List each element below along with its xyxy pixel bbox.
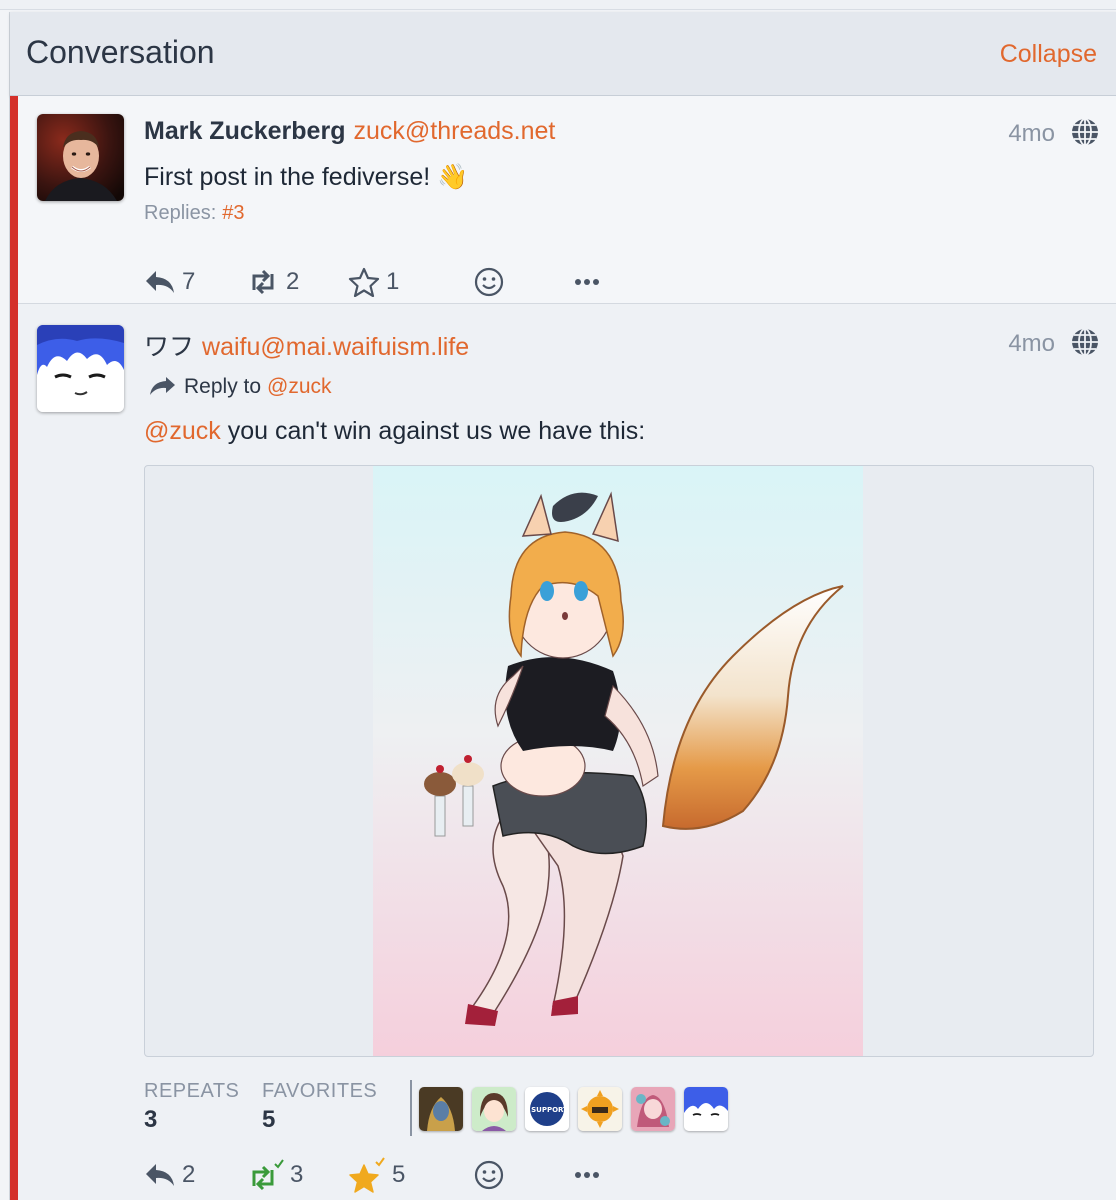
favorite-button[interactable]: 1 [348, 264, 399, 300]
replies-label: Replies: [144, 202, 217, 224]
badge-text: I SUPPORT [526, 1106, 568, 1114]
favorites-label: FAVORITES [262, 1080, 378, 1102]
status-waifu: ワフ waifu@mai.waifuism.life 4mo Reply to @z… [18, 305, 1116, 1200]
panel-header: Conversation Collapse [10, 12, 1116, 96]
conversation-panel: Conversation Collapse Mark Zuckerberg zu… [9, 12, 1116, 1200]
star-outline-icon [348, 267, 380, 297]
reply-to-line: Reply to @zuck [148, 375, 332, 399]
panel-title: Conversation [26, 34, 215, 70]
author-line: ワフ waifu@mai.waifuism.life [144, 327, 469, 363]
more-button[interactable] [574, 264, 600, 300]
smiley-icon [474, 1160, 504, 1190]
display-name[interactable]: ワフ [144, 333, 194, 361]
reply-button[interactable]: 2 [144, 1157, 195, 1193]
favorites-value[interactable]: 5 [262, 1106, 275, 1134]
more-dots-icon [575, 279, 599, 285]
timestamp[interactable]: 4mo [1008, 330, 1055, 358]
reactions-summary: REPEATS 3 FAVORITES 5 I SUPPORT [144, 1080, 744, 1140]
globe-icon[interactable] [1069, 326, 1101, 358]
display-name[interactable]: Mark Zuckerberg [144, 117, 345, 145]
timestamp[interactable]: 4mo [1008, 120, 1055, 148]
user-handle[interactable]: waifu@mai.waifuism.life [202, 333, 469, 361]
reply-icon [146, 271, 174, 293]
favorite-count: 5 [392, 1161, 406, 1188]
reply-link[interactable]: #3 [222, 202, 244, 224]
repeat-count: 2 [286, 268, 300, 295]
more-button[interactable] [574, 1157, 600, 1193]
avatar[interactable] [37, 114, 124, 201]
repeat-icon [252, 269, 274, 295]
mention-link[interactable]: @zuck [144, 417, 221, 445]
highlight-rail [10, 96, 18, 1200]
smiley-icon [474, 267, 504, 297]
user-handle[interactable]: zuck@threads.net [353, 117, 555, 145]
attachment-image[interactable] [373, 466, 863, 1056]
repeat-count: 3 [290, 1161, 304, 1188]
favorite-button[interactable]: 5 [348, 1157, 405, 1193]
reply-count: 2 [182, 1161, 196, 1188]
reactor-avatar[interactable] [684, 1087, 728, 1131]
reply-forward-icon [150, 377, 175, 395]
collapse-button[interactable]: Collapse [1000, 40, 1097, 69]
repeat-icon [252, 1159, 284, 1191]
top-strip [0, 0, 1116, 10]
status-zuck: Mark Zuckerberg zuck@threads.net 4mo Firs… [18, 96, 1116, 304]
post-text-body: you can't win against us we have this: [220, 417, 646, 445]
repeats-value[interactable]: 3 [144, 1106, 157, 1134]
reactor-avatar[interactable]: I SUPPORT [525, 1087, 569, 1131]
globe-icon[interactable] [1069, 116, 1101, 148]
avatar[interactable] [37, 325, 124, 412]
reply-button[interactable]: 7 [144, 264, 195, 300]
reply-to-label: Reply to [184, 375, 262, 398]
favorite-count: 1 [386, 268, 400, 295]
image-attachment [144, 465, 1094, 1057]
reply-count: 7 [182, 268, 196, 295]
emoji-reaction-button[interactable] [474, 264, 504, 300]
action-bar: 7 2 1 [144, 264, 644, 300]
post-text: First post in the fediverse! 👋 [144, 163, 469, 191]
repeat-button[interactable]: 2 [246, 264, 299, 300]
emoji-reaction-button[interactable] [474, 1157, 504, 1193]
reply-icon [146, 1164, 174, 1186]
star-filled-icon [349, 1157, 385, 1193]
post-text: @zuck you can't win against us we have t… [144, 417, 645, 446]
repeat-button[interactable]: 3 [246, 1157, 303, 1193]
more-dots-icon [575, 1172, 599, 1178]
author-line: Mark Zuckerberg zuck@threads.net [144, 117, 555, 146]
stats-divider [410, 1080, 412, 1136]
reactor-avatar[interactable] [578, 1087, 622, 1131]
reply-to-mention[interactable]: @zuck [267, 375, 332, 398]
replies-line: Replies: #3 [144, 202, 245, 225]
action-bar: 2 3 5 [144, 1157, 644, 1193]
reactor-avatar[interactable] [472, 1087, 516, 1131]
reactor-avatar[interactable] [419, 1087, 463, 1131]
repeats-label: REPEATS [144, 1080, 240, 1102]
reactor-avatar[interactable] [631, 1087, 675, 1131]
